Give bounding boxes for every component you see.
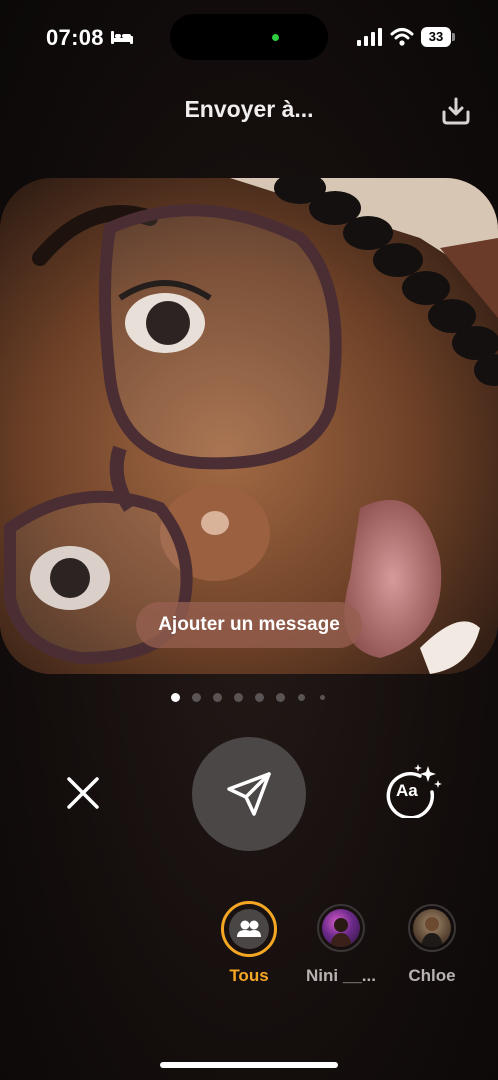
photo-illustration — [0, 178, 498, 674]
avatar — [229, 909, 269, 949]
paper-plane-icon — [227, 772, 271, 816]
recipient-chloe[interactable]: Chloe — [386, 904, 476, 994]
send-to-screen: 07:08 33 Envoyer à... Ajouter un message… — [0, 0, 498, 1080]
recipient-all[interactable]: Tous — [203, 901, 293, 994]
close-button[interactable] — [58, 768, 108, 818]
recipient-label: Chloe — [408, 966, 456, 985]
page-dot[interactable] — [298, 694, 305, 701]
send-button[interactable] — [192, 737, 306, 851]
close-icon — [67, 777, 99, 809]
avatar — [413, 909, 451, 947]
pagination-dots — [0, 692, 498, 704]
avatar — [322, 909, 360, 947]
signal-icon — [357, 28, 382, 46]
page-dot[interactable] — [276, 693, 285, 702]
camera-indicator — [272, 34, 279, 41]
download-icon — [442, 97, 470, 125]
recipient-nini[interactable]: Nini __... — [295, 904, 385, 994]
recipient-label: Tous — [229, 966, 269, 985]
status-time: 07:08 — [46, 25, 104, 50]
bed-icon — [111, 31, 133, 44]
add-message-button[interactable]: Ajouter un message — [136, 602, 362, 648]
avatar-photo — [330, 918, 352, 947]
photo-preview[interactable] — [0, 178, 498, 674]
dynamic-island — [170, 14, 328, 60]
page-dot[interactable] — [192, 693, 201, 702]
download-button[interactable] — [438, 94, 474, 128]
page-dot[interactable] — [213, 693, 222, 702]
page-dot[interactable] — [234, 693, 243, 702]
battery-tip — [452, 33, 455, 41]
text-style-button[interactable]: Aa — [382, 762, 446, 818]
page-title: Envoyer à... — [184, 96, 314, 122]
recipient-label: Nini __... — [306, 966, 376, 985]
page-dot[interactable] — [255, 693, 264, 702]
status-bar: 07:08 33 — [0, 0, 498, 74]
group-icon — [237, 920, 261, 937]
home-indicator[interactable] — [160, 1062, 338, 1068]
text-style-label: Aa — [396, 781, 418, 800]
page-dot[interactable] — [320, 695, 325, 700]
battery-icon: 33 — [421, 27, 451, 47]
wifi-icon — [390, 28, 414, 46]
page-dot-active[interactable] — [171, 693, 180, 702]
avatar-photo — [421, 917, 443, 947]
